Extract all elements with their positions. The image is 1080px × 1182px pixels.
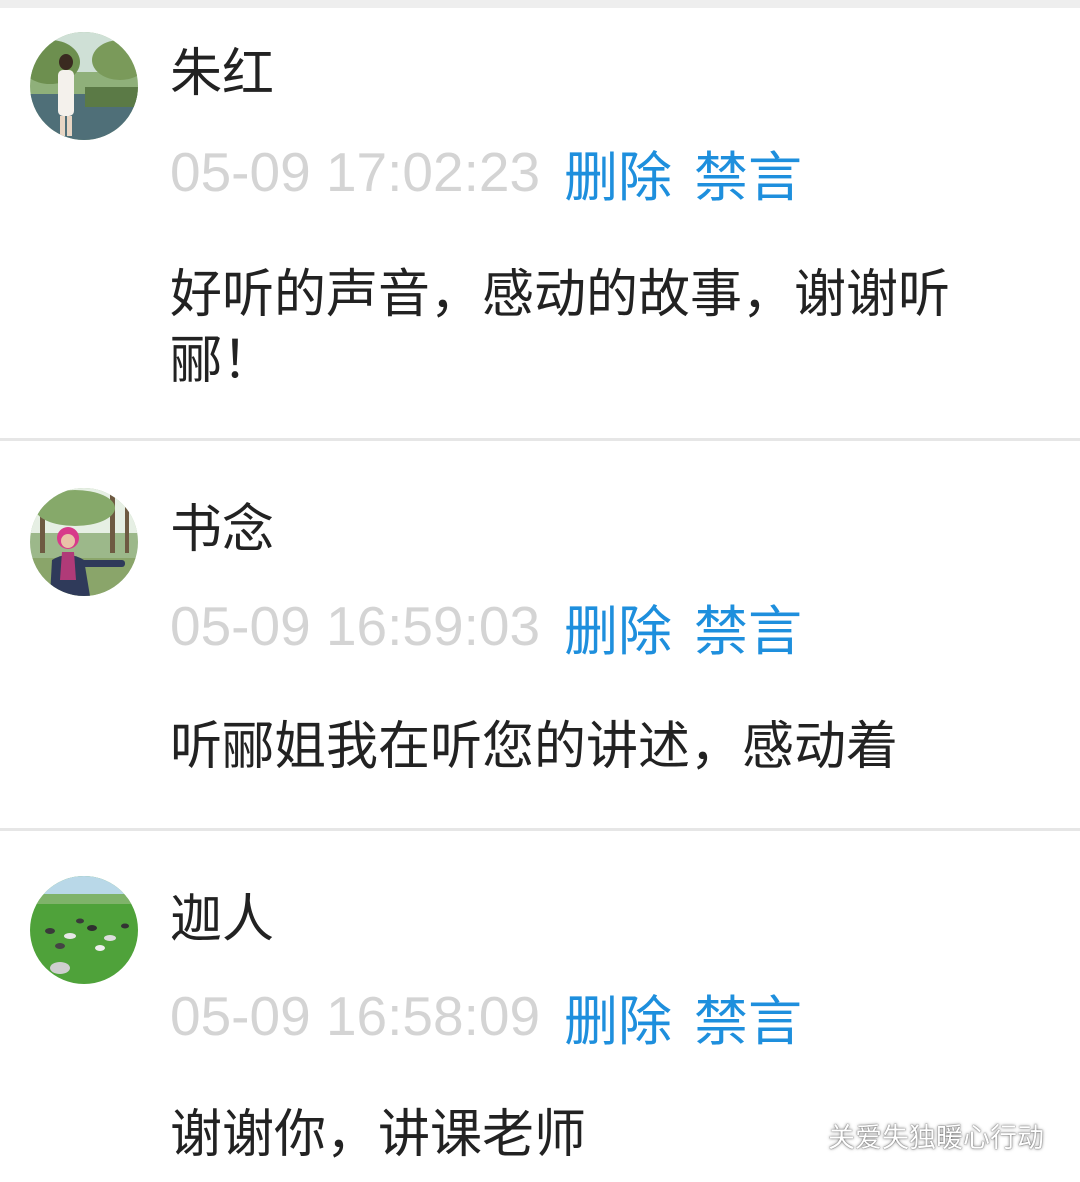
username: 书念 (170, 500, 275, 560)
avatar-grassland-sheep-icon (30, 876, 138, 984)
comment-text: 听郦姐我在听您的讲述，感动着 (170, 717, 899, 777)
comment-text: 好听的声音，感动的故事，谢谢听郦！ (170, 265, 951, 391)
comment-divider (0, 438, 1080, 441)
comment-timestamp: 05-09 16:58:09 (170, 985, 541, 1047)
delete-button[interactable]: 删除 (564, 587, 672, 666)
user-avatar[interactable] (30, 488, 138, 596)
wechat-logo-icon (776, 1114, 820, 1157)
comment-list-page: 朱红 05-09 17:02:23 删除 禁言 好听的声音，感动的故事，谢谢听郦… (0, 0, 1080, 1182)
delete-button[interactable]: 删除 (564, 977, 672, 1056)
watermark: 关爱失独暖心行动 (776, 1112, 1044, 1158)
username: 迦人 (170, 890, 275, 950)
mute-button[interactable]: 禁言 (694, 587, 802, 666)
comment-divider (0, 828, 1080, 831)
avatar-woman-in-park-icon (30, 488, 138, 596)
user-avatar[interactable] (30, 876, 138, 984)
delete-button[interactable]: 删除 (564, 133, 672, 212)
comment-timestamp: 05-09 16:59:03 (170, 595, 541, 657)
top-divider (0, 0, 1080, 8)
avatar-woman-by-lake-icon (30, 32, 138, 140)
watermark-text: 关爱失独暖心行动 (828, 1122, 1044, 1154)
mute-button[interactable]: 禁言 (694, 977, 802, 1056)
comment-meta: 05-09 16:58:09 删除 禁言 (170, 985, 802, 1053)
comment-timestamp: 05-09 17:02:23 (170, 141, 541, 203)
username: 朱红 (170, 44, 275, 104)
mute-button[interactable]: 禁言 (694, 133, 802, 212)
comment-meta: 05-09 17:02:23 删除 禁言 (170, 141, 802, 209)
user-avatar[interactable] (30, 32, 138, 140)
comment-meta: 05-09 16:59:03 删除 禁言 (170, 595, 802, 663)
